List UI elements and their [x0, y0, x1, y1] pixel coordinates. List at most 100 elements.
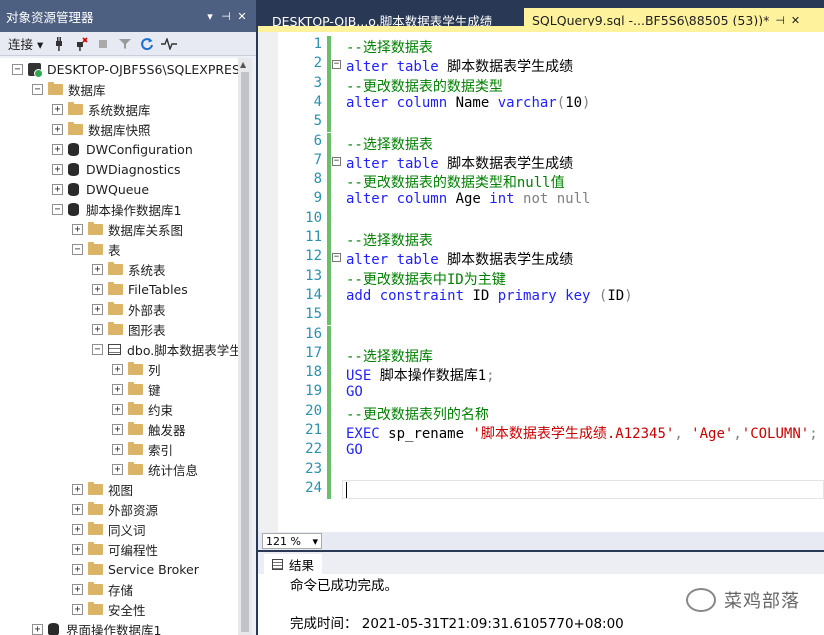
tree-scrollbar[interactable]: ▲ [238, 58, 252, 635]
tree-node[interactable]: − DESKTOP-OJBF5S6\SQLEXPRESS [12, 59, 238, 79]
pin-icon[interactable]: ⊣ [775, 14, 785, 27]
expand-icon[interactable]: + [72, 583, 83, 595]
connect-plug-icon[interactable] [51, 36, 67, 52]
activity-monitor-icon[interactable] [161, 36, 178, 52]
expand-icon[interactable]: + [72, 523, 83, 535]
code-line[interactable]: alter table 脚本数据表学生成绩 [346, 249, 573, 269]
close-icon[interactable]: ✕ [791, 14, 800, 27]
expand-icon[interactable]: + [32, 623, 43, 635]
fold-icon[interactable]: − [332, 156, 341, 166]
tree-node[interactable]: + 安全性 [72, 599, 146, 619]
change-marker [327, 229, 331, 249]
expand-icon[interactable]: + [92, 263, 103, 275]
tree-node[interactable]: + 外部资源 [72, 499, 158, 519]
expand-icon[interactable]: + [112, 423, 123, 435]
tree-node[interactable]: + 统计信息 [112, 459, 198, 479]
expand-icon[interactable]: + [72, 603, 83, 615]
expand-icon[interactable]: + [112, 443, 123, 455]
expand-icon[interactable]: + [52, 183, 63, 195]
code-line[interactable]: --选择数据表 [346, 37, 433, 57]
collapse-icon[interactable]: − [72, 243, 83, 255]
tree-node-label: 存储 [108, 582, 134, 598]
code-line[interactable]: alter column Age int not null [346, 191, 590, 207]
tree-node[interactable]: + 视图 [72, 479, 133, 499]
refresh-icon[interactable] [139, 36, 155, 52]
code-line[interactable]: --更改数据表列的名称 [346, 404, 489, 424]
expand-icon[interactable]: + [72, 543, 83, 555]
filter-icon[interactable] [117, 36, 133, 52]
expand-icon[interactable]: + [92, 303, 103, 315]
expand-icon[interactable]: + [112, 363, 123, 375]
expand-icon[interactable]: + [112, 403, 123, 415]
code-token: GO [346, 384, 363, 401]
code-line[interactable]: GO [346, 384, 363, 400]
expand-icon[interactable]: + [52, 143, 63, 155]
code-line[interactable]: --选择数据库 [346, 346, 433, 366]
sql-editor[interactable]: 1 --选择数据表 2− alter table 脚本数据表学生成绩 3 --更改数据表的… [258, 26, 824, 532]
expand-icon[interactable]: + [72, 483, 83, 495]
expand-icon[interactable]: + [112, 383, 123, 395]
dropdown-icon[interactable]: ▾ [202, 10, 218, 23]
tree-node[interactable]: + 系统表 [92, 259, 166, 279]
tree-node[interactable]: + DWQueue [52, 179, 149, 199]
expand-icon[interactable]: + [92, 323, 103, 335]
code-line[interactable]: --更改数据表的数据类型 [346, 76, 503, 96]
code-line[interactable]: USE 脚本操作数据库1; [346, 365, 495, 385]
tree-node[interactable]: + 触发器 [112, 419, 186, 439]
connect-button[interactable]: 连接 ▾ [8, 34, 43, 53]
code-line[interactable]: --更改数据表中ID为主键 [346, 269, 506, 289]
code-line[interactable]: alter table 脚本数据表学生成绩 [346, 153, 573, 173]
collapse-icon[interactable]: − [52, 203, 63, 215]
tree-node[interactable]: + 数据库关系图 [72, 219, 183, 239]
expand-icon[interactable]: + [52, 103, 63, 115]
tree-node[interactable]: + 键 [112, 379, 161, 399]
tree-node[interactable]: + 数据库快照 [52, 119, 151, 139]
scroll-up-icon[interactable]: ▲ [240, 60, 246, 69]
collapse-icon[interactable]: − [12, 63, 23, 75]
code-line[interactable]: GO [346, 442, 363, 458]
tree-node[interactable]: − 脚本操作数据库1 [52, 199, 181, 219]
expand-icon[interactable]: + [72, 223, 83, 235]
tree-node[interactable]: − 表 [72, 239, 121, 259]
tree-node[interactable]: + DWDiagnostics [52, 159, 181, 179]
tree-node[interactable]: + 列 [112, 359, 161, 379]
disconnect-icon[interactable] [73, 36, 89, 52]
tree-node[interactable]: − 数据库 [32, 79, 106, 99]
tree-node[interactable]: + DWConfiguration [52, 139, 193, 159]
tree-node[interactable]: + 存储 [72, 579, 133, 599]
collapse-icon[interactable]: − [32, 83, 43, 95]
expand-icon[interactable]: + [72, 503, 83, 515]
code-line[interactable]: add constraint ID primary key (ID) [346, 288, 633, 304]
collapse-icon[interactable]: − [92, 343, 103, 355]
tree-node[interactable]: + 可编程性 [72, 539, 158, 559]
expand-icon[interactable]: + [52, 163, 63, 175]
tree-node[interactable]: − dbo.脚本数据表学生 [92, 339, 238, 359]
tree-node[interactable]: + 同义词 [72, 519, 146, 539]
code-line[interactable]: alter column Name varchar(10) [346, 95, 590, 111]
scrollbar-thumb[interactable] [241, 72, 249, 632]
tree-node[interactable]: + 图形表 [92, 319, 166, 339]
expand-icon[interactable]: + [112, 463, 123, 475]
pin-icon[interactable]: ⊣ [218, 10, 234, 23]
tree-node[interactable]: + FileTables [92, 279, 188, 299]
expand-icon[interactable]: + [72, 563, 83, 575]
code-line[interactable]: --选择数据表 [346, 230, 433, 250]
tree-node[interactable]: + 约束 [112, 399, 173, 419]
tree-node[interactable]: + 系统数据库 [52, 99, 151, 119]
code-line[interactable]: EXEC sp_rename '脚本数据表学生成绩.A12345', 'Age'… [346, 423, 818, 443]
close-icon[interactable]: ✕ [234, 10, 250, 23]
fold-icon[interactable]: − [332, 60, 341, 70]
fold-icon[interactable]: − [332, 253, 341, 263]
expand-icon[interactable]: + [52, 123, 63, 135]
stop-icon[interactable] [95, 36, 111, 52]
tree-node[interactable]: + 外部表 [92, 299, 166, 319]
tab-results[interactable]: 结果 [264, 554, 323, 574]
expand-icon[interactable]: + [92, 283, 103, 295]
code-line[interactable]: --选择数据表 [346, 134, 433, 154]
zoom-select[interactable]: 121 % ▾ [262, 533, 322, 549]
tree-node[interactable]: + 界面操作数据库1 [32, 619, 161, 635]
tree-node[interactable]: + 索引 [112, 439, 173, 459]
code-line[interactable]: --更改数据表的数据类型和null值 [346, 172, 565, 192]
tree-node[interactable]: + Service Broker [72, 559, 199, 579]
code-line[interactable]: alter table 脚本数据表学生成绩 [346, 56, 573, 76]
